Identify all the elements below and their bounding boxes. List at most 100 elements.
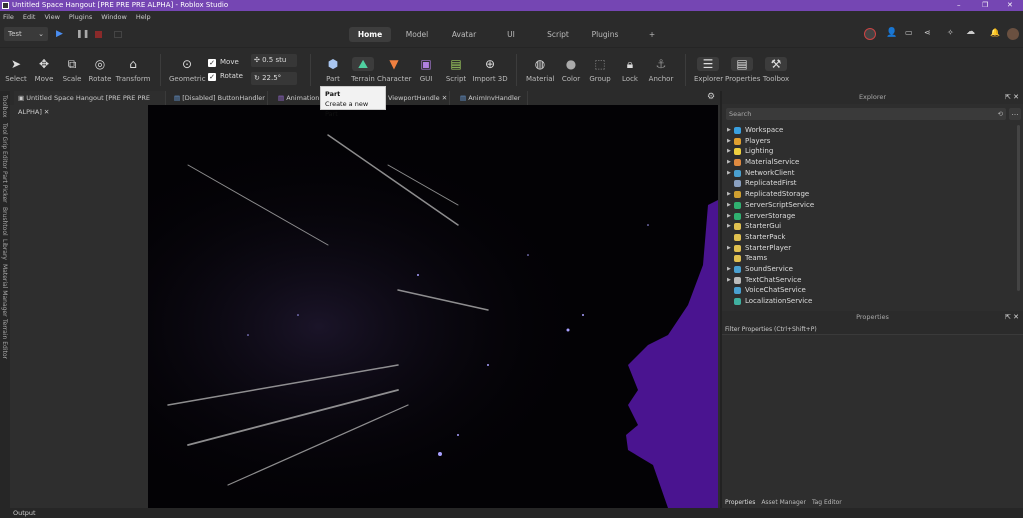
doc-tab-animinvhandler[interactable]: ▤ AnimInvHandler ✕ bbox=[456, 91, 528, 116]
expand-arrow-icon[interactable]: ▶ bbox=[727, 275, 731, 286]
panel-close-icon[interactable]: ⇱ ✕ bbox=[1005, 91, 1019, 104]
select-tool[interactable]: ➤ Select bbox=[5, 54, 27, 83]
explorer-item[interactable]: ▶ Workspace bbox=[726, 125, 814, 136]
tab-tag-editor[interactable]: Tag Editor bbox=[809, 497, 845, 508]
rotate-step-input[interactable]: ↻ 22.5° bbox=[251, 72, 297, 85]
material-button[interactable]: ◍ Material bbox=[526, 54, 554, 83]
history-icon[interactable]: ⟲ bbox=[998, 108, 1003, 120]
expand-arrow-icon[interactable]: ▶ bbox=[727, 136, 731, 147]
color-button[interactable]: ● Color bbox=[560, 54, 582, 83]
tab-ui[interactable]: UI bbox=[496, 27, 526, 42]
share-icon[interactable]: ⋖ bbox=[924, 28, 931, 37]
cloud-icon[interactable]: ☁ bbox=[966, 27, 975, 37]
explorer-item[interactable]: Teams bbox=[726, 253, 814, 264]
expand-arrow-icon[interactable]: ▶ bbox=[727, 200, 731, 211]
collaborator-avatar[interactable] bbox=[864, 28, 876, 40]
explorer-item[interactable]: ReplicatedFirst bbox=[726, 178, 814, 189]
tab-plugins[interactable]: Plugins bbox=[586, 27, 624, 42]
expand-arrow-icon[interactable]: ▶ bbox=[727, 211, 731, 222]
group-button[interactable]: ⬚ Group bbox=[588, 54, 612, 83]
dock-tab-part-picker[interactable]: Part Picker bbox=[1, 171, 8, 203]
minimize-button[interactable]: – bbox=[957, 0, 961, 11]
scale-tool[interactable]: ⧉ Scale bbox=[61, 54, 83, 83]
menu-help[interactable]: Help bbox=[136, 11, 151, 23]
gui-button[interactable]: ▣ GUI bbox=[416, 54, 436, 83]
terrain-button[interactable]: ⛰ Terrain bbox=[349, 54, 377, 83]
import-3d-button[interactable]: ⊕ Import 3D bbox=[472, 54, 508, 83]
geometric-button[interactable]: ⊙ Geometric bbox=[169, 54, 206, 83]
expand-arrow-icon[interactable]: ▶ bbox=[727, 221, 731, 232]
doc-tab-viewporthandle[interactable]: ViewportHandle ✕ bbox=[384, 91, 450, 105]
3d-viewport[interactable] bbox=[148, 105, 718, 508]
explorer-search-input[interactable]: Search ⟲ bbox=[726, 108, 1006, 120]
menu-plugins[interactable]: Plugins bbox=[69, 11, 92, 23]
part-button[interactable]: ⬢ Part bbox=[322, 54, 344, 83]
dock-tab-material-manager[interactable]: Material Manager bbox=[1, 264, 8, 317]
doc-tab-place[interactable]: ▣ Untitled Space Hangout [PRE PRE PRE AL… bbox=[14, 91, 166, 116]
explorer-item[interactable]: ▶ StarterGui bbox=[726, 221, 814, 232]
chat-icon[interactable]: ▭ bbox=[905, 28, 913, 37]
expand-arrow-icon[interactable]: ▶ bbox=[727, 264, 731, 275]
expand-arrow-icon[interactable]: ▶ bbox=[727, 243, 731, 254]
explorer-scrollbar[interactable] bbox=[1017, 125, 1020, 291]
transform-tool[interactable]: ⌂ Transform bbox=[115, 54, 151, 83]
explorer-item[interactable]: ▶ Lighting bbox=[726, 146, 814, 157]
menu-view[interactable]: View bbox=[44, 11, 59, 23]
rotate-tool[interactable]: ◎ Rotate bbox=[88, 54, 112, 83]
explorer-item[interactable]: LocalizationService bbox=[726, 296, 814, 307]
dock-tab-library[interactable]: Library bbox=[1, 239, 8, 260]
dock-tab-brushtool[interactable]: Brushtool bbox=[1, 207, 8, 236]
add-user-icon[interactable]: 👤 bbox=[886, 28, 897, 38]
menu-edit[interactable]: Edit bbox=[23, 11, 36, 23]
add-tab-button[interactable]: + bbox=[644, 27, 660, 42]
play-icon[interactable]: ▶ bbox=[56, 29, 63, 39]
explorer-item[interactable]: ▶ ServerScriptService bbox=[726, 200, 814, 211]
dock-tab-terrain-editor[interactable]: Terrain Editor bbox=[1, 319, 8, 359]
dock-tab-toolbox[interactable]: Toolbox bbox=[1, 95, 8, 118]
character-button[interactable]: ▼ Character bbox=[377, 54, 412, 83]
tab-asset-manager[interactable]: Asset Manager bbox=[758, 497, 809, 508]
menu-file[interactable]: File bbox=[3, 11, 14, 23]
stop-icon[interactable] bbox=[95, 31, 102, 38]
move-step-input[interactable]: ✣ 0.5 stu bbox=[251, 54, 297, 67]
more-options-icon[interactable]: … bbox=[1009, 108, 1021, 120]
expand-arrow-icon[interactable]: ▶ bbox=[727, 168, 731, 179]
explorer-item[interactable]: ▶ MaterialService bbox=[726, 157, 814, 168]
expand-arrow-icon[interactable]: ▶ bbox=[727, 125, 731, 136]
user-avatar[interactable] bbox=[1007, 28, 1019, 40]
tab-model[interactable]: Model bbox=[396, 27, 438, 42]
test-mode-select[interactable]: Test ⌄ bbox=[4, 27, 48, 41]
client-server-icon[interactable] bbox=[114, 31, 122, 38]
explorer-item[interactable]: ▶ SoundService bbox=[726, 264, 814, 275]
maximize-button[interactable]: ❐ bbox=[982, 0, 988, 11]
close-button[interactable]: ✕ bbox=[1007, 0, 1013, 11]
tab-avatar[interactable]: Avatar bbox=[443, 27, 485, 42]
explorer-button[interactable]: ☰ Explorer bbox=[694, 54, 723, 83]
script-button[interactable]: ▤ Script bbox=[445, 54, 467, 83]
notification-bell-icon[interactable]: 🔔 bbox=[990, 28, 1000, 37]
tab-home[interactable]: Home bbox=[349, 27, 391, 42]
filter-properties-input[interactable]: Filter Properties (Ctrl+Shift+P) bbox=[722, 324, 1023, 335]
settings-gear-icon[interactable]: ⚙ bbox=[707, 92, 715, 102]
tab-script[interactable]: Script bbox=[540, 27, 576, 42]
explorer-item[interactable]: VoiceChatService bbox=[726, 285, 814, 296]
anchor-button[interactable]: ⚓︎ Anchor bbox=[647, 54, 675, 83]
panel-close-icon[interactable]: ⇱ ✕ bbox=[1005, 311, 1019, 324]
explorer-item[interactable]: ▶ TextChatService bbox=[726, 275, 814, 286]
explorer-item[interactable]: ▶ ReplicatedStorage bbox=[726, 189, 814, 200]
output-tab[interactable]: Output bbox=[0, 508, 1023, 518]
move-tool[interactable]: ✥ Move bbox=[33, 54, 55, 83]
properties-button[interactable]: ▤ Properties bbox=[725, 54, 760, 83]
lock-button[interactable]: 🔒︎ Lock bbox=[620, 54, 640, 83]
expand-arrow-icon[interactable]: ▶ bbox=[727, 146, 731, 157]
expand-arrow-icon[interactable]: ▶ bbox=[727, 157, 731, 168]
explorer-item[interactable]: ▶ Players bbox=[726, 136, 814, 147]
dock-tab-tool-grip-editor[interactable]: Tool Grip Editor bbox=[1, 123, 8, 169]
explorer-item[interactable]: ▶ StarterPlayer bbox=[726, 243, 814, 254]
tab-properties[interactable]: Properties bbox=[722, 497, 759, 508]
explorer-item[interactable]: ▶ NetworkClient bbox=[726, 168, 814, 179]
doc-tab-buttonhandler[interactable]: ▤ [Disabled] ButtonHandler ✕ bbox=[170, 91, 268, 116]
move-snap-checkbox[interactable]: ✓ Move bbox=[208, 58, 239, 67]
explorer-item[interactable]: ▶ ServerStorage bbox=[726, 211, 814, 222]
expand-arrow-icon[interactable]: ▶ bbox=[727, 189, 731, 200]
